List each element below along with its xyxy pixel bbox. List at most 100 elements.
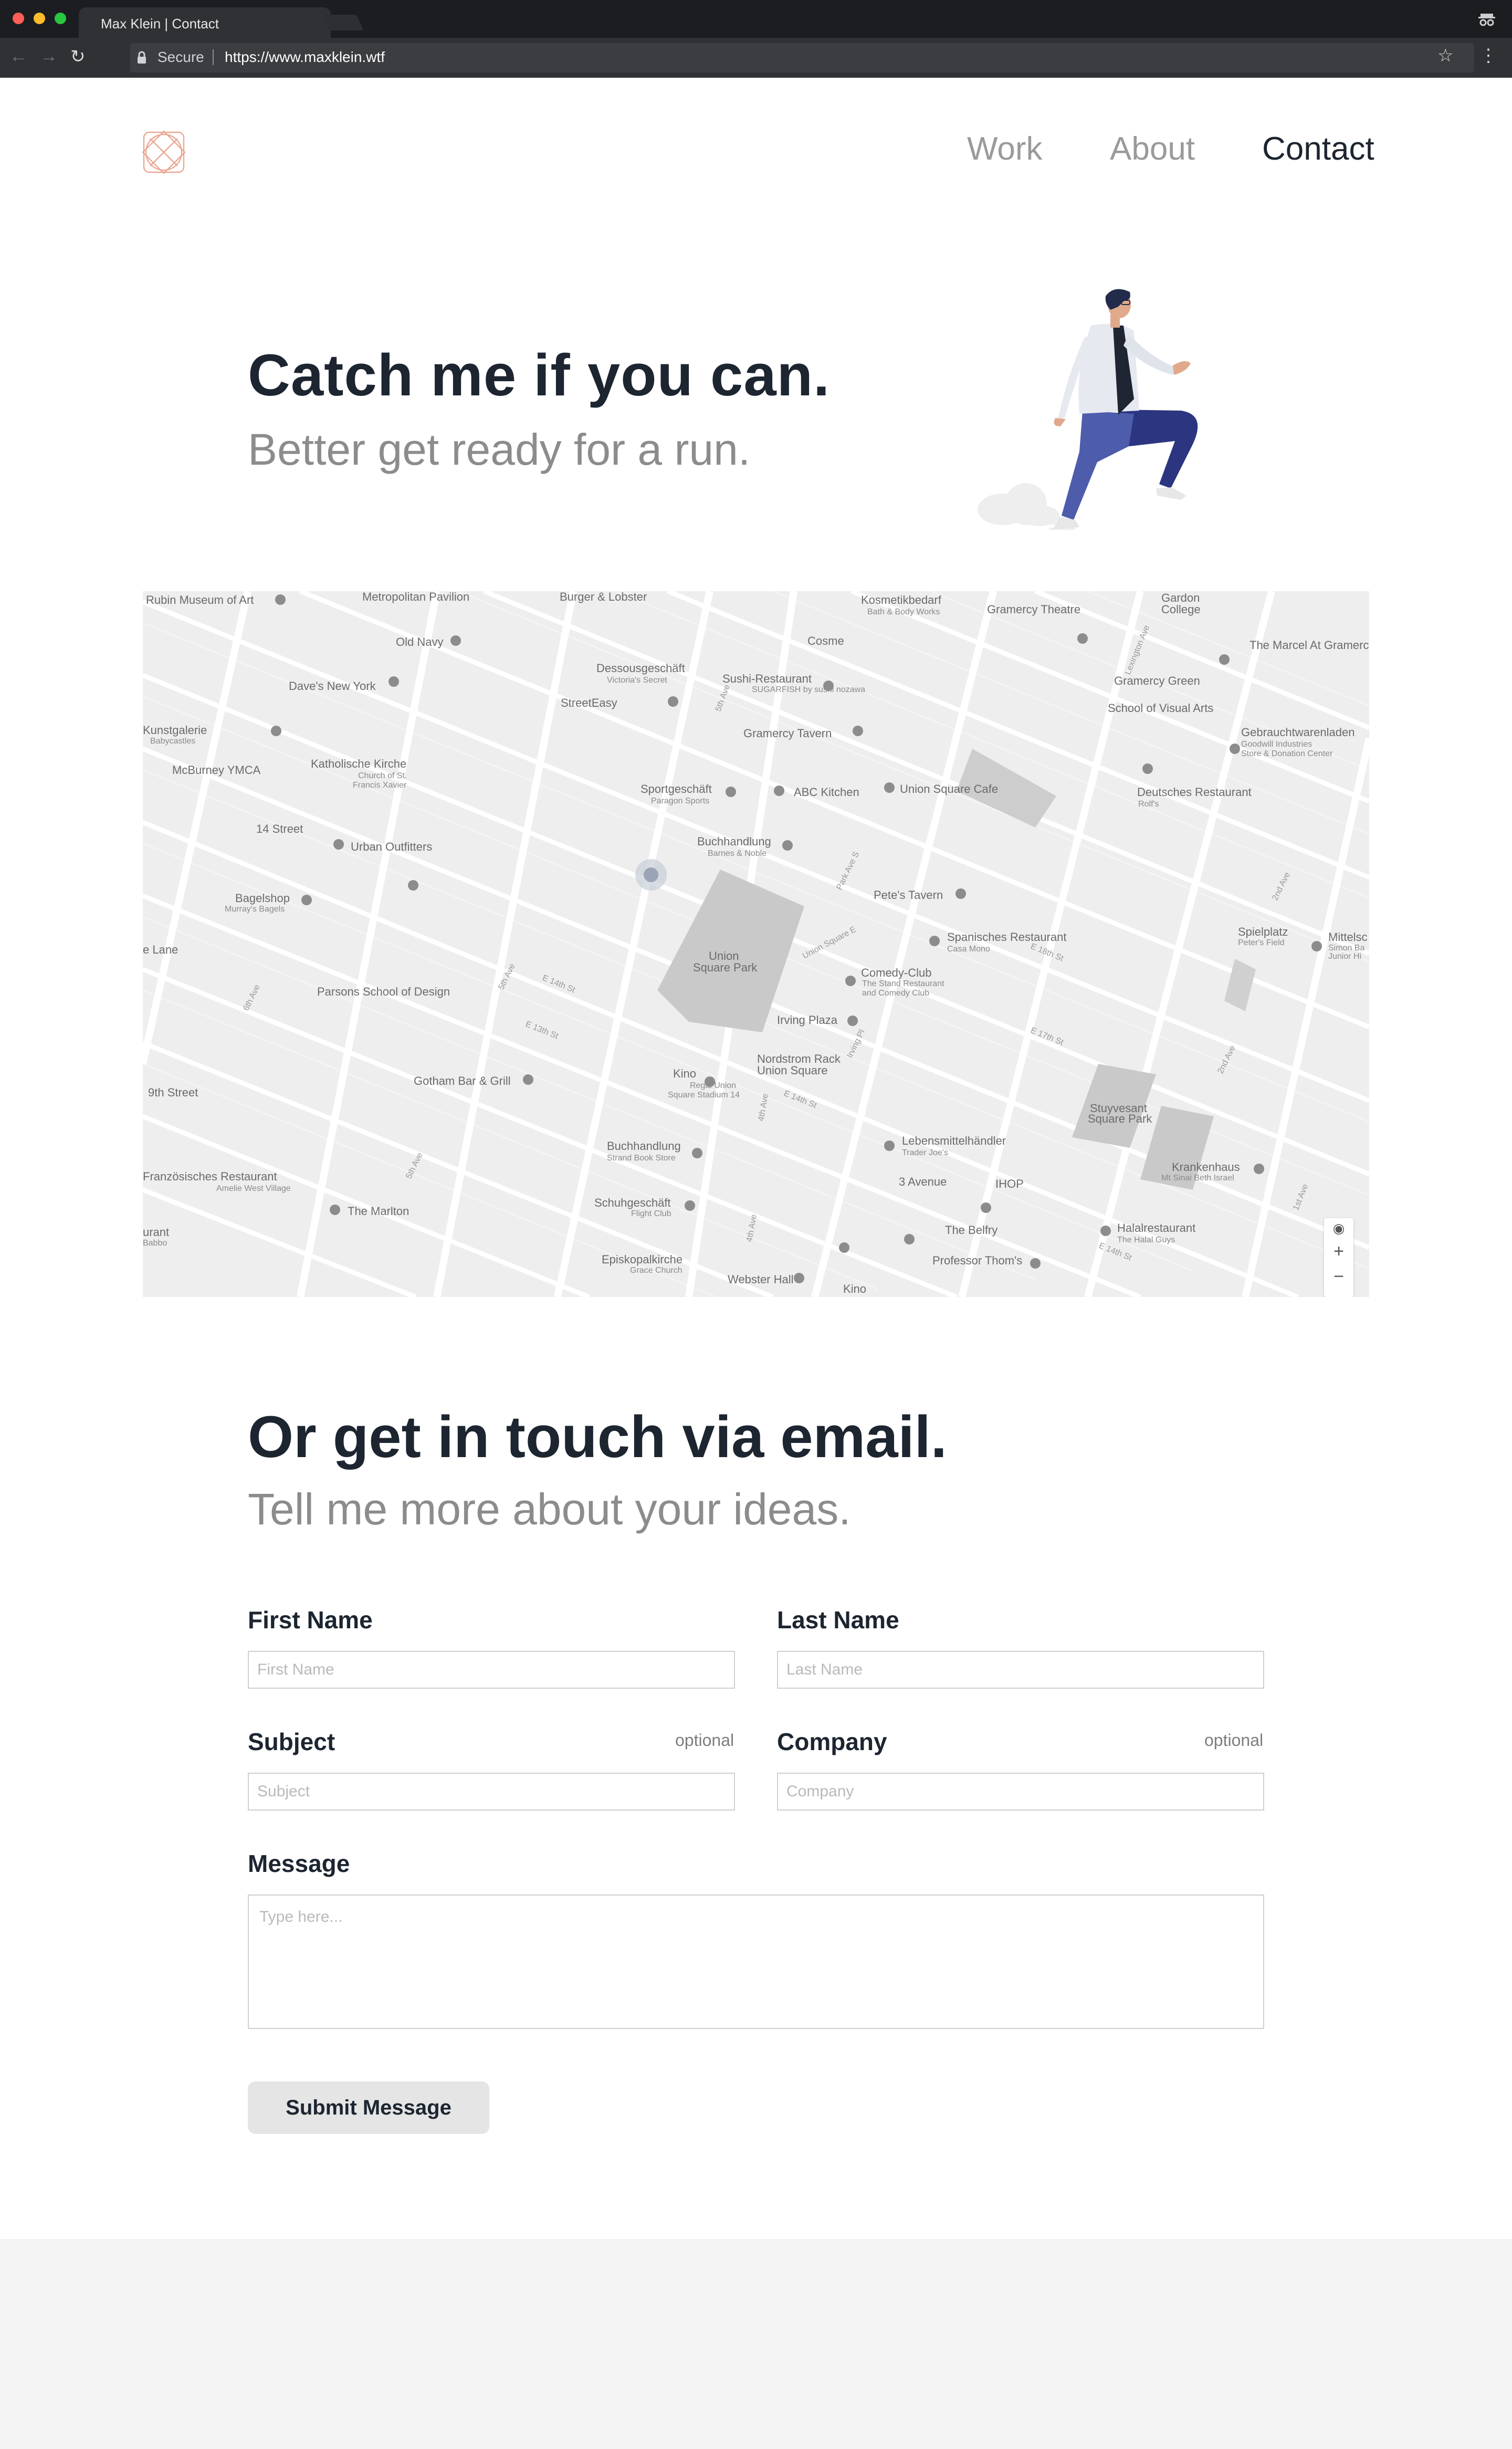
lock-icon bbox=[138, 51, 146, 64]
svg-text:Gramercy Green: Gramercy Green bbox=[1114, 674, 1200, 687]
svg-text:Lebensmittelhändler: Lebensmittelhändler bbox=[902, 1134, 1006, 1147]
svg-text:Amelie West Village: Amelie West Village bbox=[216, 1184, 291, 1193]
svg-text:SUGARFISH by sushi nozawa: SUGARFISH by sushi nozawa bbox=[752, 685, 865, 694]
minimize-window-button[interactable] bbox=[34, 13, 45, 24]
svg-text:Urban Outfitters: Urban Outfitters bbox=[351, 840, 432, 853]
svg-text:Krankenhaus: Krankenhaus bbox=[1172, 1160, 1240, 1174]
svg-text:McBurney YMCA: McBurney YMCA bbox=[172, 763, 261, 777]
tab-title: Max Klein | Contact bbox=[101, 16, 219, 32]
svg-text:Square Park: Square Park bbox=[1088, 1112, 1152, 1125]
svg-text:Spielplatz: Spielplatz bbox=[1238, 925, 1288, 938]
svg-text:Francis Xavier: Francis Xavier bbox=[353, 781, 407, 790]
svg-text:Gotham Bar & Grill: Gotham Bar & Grill bbox=[414, 1074, 511, 1087]
company-optional-note: optional bbox=[1204, 1731, 1264, 1750]
svg-text:The Stand Restaurant: The Stand Restaurant bbox=[862, 979, 944, 988]
maximize-window-button[interactable] bbox=[55, 13, 66, 24]
svg-text:Deutsches Restaurant: Deutsches Restaurant bbox=[1137, 786, 1252, 799]
url-text[interactable]: https://www.maxklein.wtf bbox=[225, 49, 385, 66]
back-arrow-icon[interactable]: ← bbox=[9, 46, 27, 67]
bookmark-star-icon[interactable]: ☆ bbox=[1437, 45, 1453, 66]
nav-link-work[interactable]: Work bbox=[967, 130, 1043, 168]
svg-text:Irving Plaza: Irving Plaza bbox=[777, 1013, 838, 1027]
svg-text:ABC Kitchen: ABC Kitchen bbox=[794, 786, 859, 799]
map-canvas[interactable]: Rubin Museum of Art Metropolitan Pavilio… bbox=[143, 591, 1369, 1297]
svg-text:Paragon Sports: Paragon Sports bbox=[651, 797, 709, 805]
svg-text:Church of St.: Church of St. bbox=[358, 771, 407, 780]
svg-text:Episkopalkirche: Episkopalkirche bbox=[602, 1253, 682, 1266]
svg-text:Bath & Body Works: Bath & Body Works bbox=[867, 608, 940, 616]
site-logo[interactable] bbox=[141, 128, 187, 176]
svg-text:urant: urant bbox=[143, 1226, 169, 1239]
nav-link-about[interactable]: About bbox=[1110, 130, 1195, 168]
svg-text:Sushi-Restaurant: Sushi-Restaurant bbox=[722, 672, 812, 685]
forward-arrow-icon[interactable]: → bbox=[40, 46, 58, 67]
svg-text:Buchhandlung: Buchhandlung bbox=[697, 835, 771, 848]
hero-subtitle: Better get ready for a run. bbox=[248, 425, 751, 474]
incognito-icon bbox=[1478, 14, 1495, 26]
svg-text:14 Street: 14 Street bbox=[256, 822, 303, 835]
svg-text:Goodwill Industries: Goodwill Industries bbox=[1241, 740, 1312, 749]
svg-text:Kosmetikbedarf: Kosmetikbedarf bbox=[861, 593, 942, 606]
svg-text:3 Avenue: 3 Avenue bbox=[899, 1175, 947, 1188]
submit-message-button[interactable]: Submit Message bbox=[248, 2081, 489, 2134]
tab-bar: Max Klein | Contact bbox=[0, 0, 1512, 38]
new-tab-button[interactable] bbox=[323, 15, 364, 30]
svg-text:Metropolitan Pavilion: Metropolitan Pavilion bbox=[362, 591, 469, 603]
svg-text:Bagelshop: Bagelshop bbox=[235, 892, 290, 905]
map-zoom-controls: ◉ + − bbox=[1324, 1218, 1353, 1297]
svg-text:Burger & Lobster: Burger & Lobster bbox=[560, 591, 647, 603]
svg-text:Kino: Kino bbox=[843, 1282, 866, 1295]
browser-tab[interactable]: Max Klein | Contact bbox=[79, 7, 331, 38]
svg-text:Strand Book Store: Strand Book Store bbox=[607, 1154, 676, 1163]
hero-title: Catch me if you can. bbox=[248, 342, 831, 408]
svg-text:Union Square: Union Square bbox=[757, 1064, 828, 1077]
zoom-out-button[interactable]: − bbox=[1324, 1267, 1353, 1287]
svg-text:Junior Hi: Junior Hi bbox=[1328, 952, 1361, 961]
svg-text:Französisches Restaurant: Französisches Restaurant bbox=[143, 1170, 277, 1183]
contact-subtitle: Tell me more about your ideas. bbox=[248, 1484, 851, 1534]
svg-text:Union Square Cafe: Union Square Cafe bbox=[900, 782, 998, 796]
svg-text:Dessousgeschäft: Dessousgeschäft bbox=[596, 662, 685, 675]
subject-label: Subject bbox=[248, 1728, 335, 1755]
svg-text:The Halal Guys: The Halal Guys bbox=[1117, 1236, 1175, 1244]
svg-text:Spanisches Restaurant: Spanisches Restaurant bbox=[947, 930, 1066, 944]
page-footer bbox=[0, 2239, 1512, 2449]
svg-text:Comedy-Club: Comedy-Club bbox=[861, 966, 932, 979]
svg-text:9th Street: 9th Street bbox=[148, 1086, 198, 1099]
svg-text:and Comedy Club: and Comedy Club bbox=[862, 989, 929, 998]
zoom-in-button[interactable]: + bbox=[1324, 1241, 1353, 1262]
contact-title: Or get in touch via email. bbox=[248, 1404, 947, 1470]
svg-text:Gramercy Theatre: Gramercy Theatre bbox=[987, 603, 1080, 616]
svg-text:Pete's Tavern: Pete's Tavern bbox=[874, 888, 943, 902]
company-input[interactable] bbox=[777, 1773, 1264, 1810]
close-window-button[interactable] bbox=[13, 13, 24, 24]
svg-text:Peter's Field: Peter's Field bbox=[1238, 938, 1284, 947]
svg-text:Halalrestaurant: Halalrestaurant bbox=[1117, 1221, 1195, 1234]
nav-link-contact[interactable]: Contact bbox=[1262, 130, 1374, 168]
svg-text:Victoria's Secret: Victoria's Secret bbox=[607, 676, 667, 685]
svg-text:StreetEasy: StreetEasy bbox=[561, 696, 617, 709]
first-name-label: First Name bbox=[248, 1606, 373, 1634]
reload-icon[interactable]: ↻ bbox=[70, 46, 86, 67]
svg-text:Katholische Kirche: Katholische Kirche bbox=[311, 757, 406, 770]
menu-kebab-icon[interactable]: ⋮ bbox=[1479, 45, 1497, 66]
svg-text:Gramercy Tavern: Gramercy Tavern bbox=[743, 727, 832, 740]
svg-text:The Marcel At Gramercy: The Marcel At Gramercy bbox=[1250, 639, 1369, 652]
svg-text:Kino: Kino bbox=[673, 1067, 696, 1080]
last-name-input[interactable] bbox=[777, 1651, 1264, 1689]
message-textarea[interactable] bbox=[248, 1895, 1264, 2029]
svg-text:IHOP: IHOP bbox=[995, 1177, 1024, 1190]
svg-text:Murray's Bagels: Murray's Bagels bbox=[225, 905, 285, 914]
svg-text:Trader Joe's: Trader Joe's bbox=[902, 1148, 948, 1157]
svg-text:The Belfry: The Belfry bbox=[945, 1223, 998, 1237]
last-name-label: Last Name bbox=[777, 1606, 899, 1634]
my-location-icon[interactable]: ◉ bbox=[1324, 1220, 1353, 1237]
subject-input[interactable] bbox=[248, 1773, 735, 1810]
svg-text:Buchhandlung: Buchhandlung bbox=[607, 1139, 681, 1153]
first-name-input[interactable] bbox=[248, 1651, 735, 1689]
svg-text:Kunstgalerie: Kunstgalerie bbox=[143, 724, 207, 737]
svg-text:Simon Ba: Simon Ba bbox=[1328, 944, 1364, 953]
svg-text:Flight Club: Flight Club bbox=[631, 1209, 671, 1218]
svg-text:Mt Sinai Beth Israel: Mt Sinai Beth Israel bbox=[1161, 1174, 1234, 1182]
location-map[interactable]: Rubin Museum of Art Metropolitan Pavilio… bbox=[143, 591, 1369, 1297]
